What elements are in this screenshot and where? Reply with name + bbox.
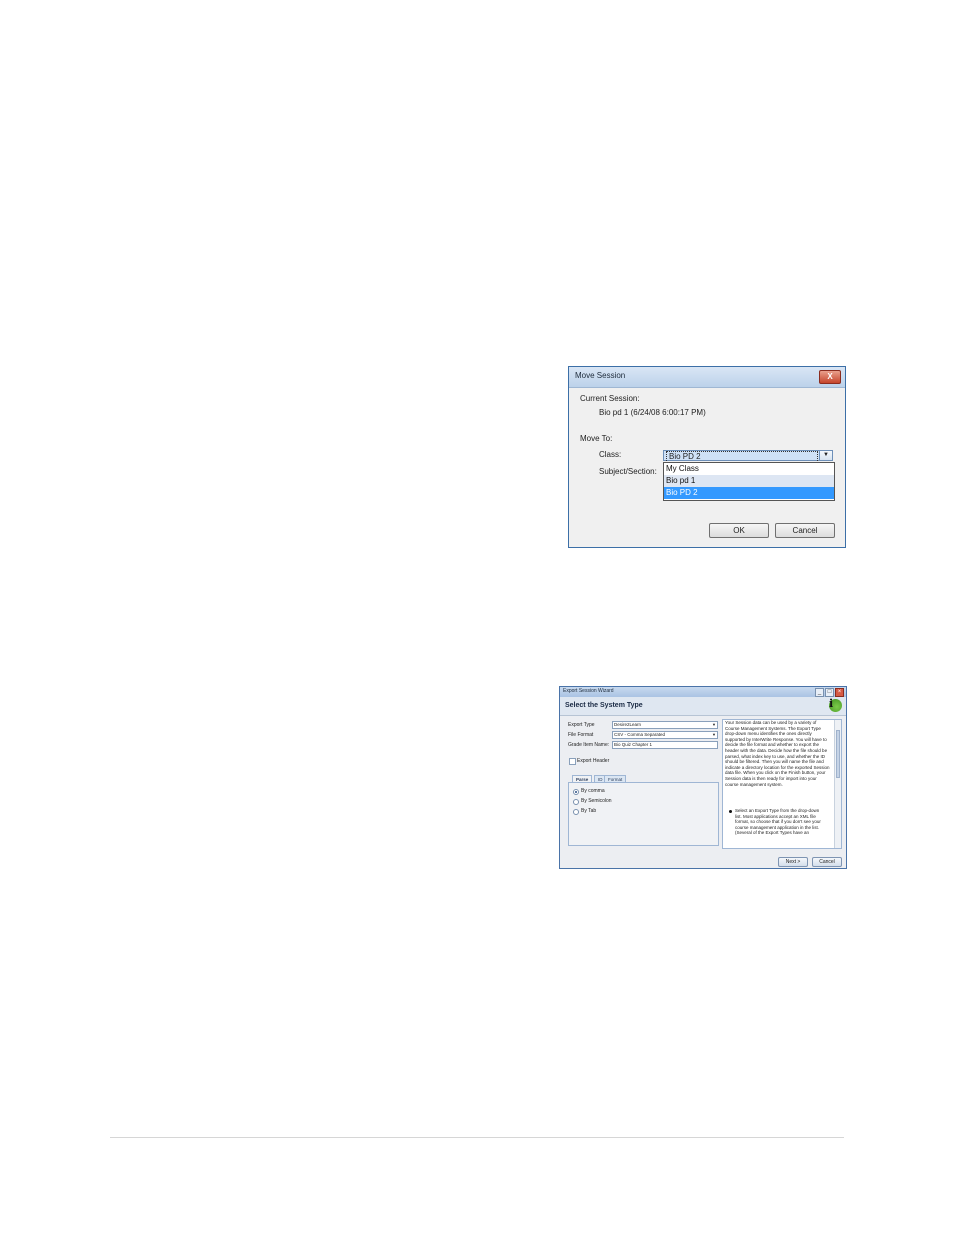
subject-section-label: Subject/Section:	[599, 467, 657, 476]
dialog-body: Current Session: Bio pd 1 (6/24/08 6:00:…	[569, 388, 845, 547]
class-option-bio-pd-2[interactable]: Bio PD 2	[664, 487, 834, 499]
help-text: Your Session data can be used by a varie…	[725, 720, 830, 787]
next-button[interactable]: Next >	[778, 857, 808, 867]
cancel-button[interactable]: Cancel	[812, 857, 842, 867]
ok-button[interactable]: OK	[709, 523, 769, 538]
radio-by-semicolon[interactable]	[573, 799, 579, 805]
grade-item-label: Grade Item Name:	[568, 742, 610, 748]
move-to-label: Move To:	[580, 434, 613, 443]
export-type-label: Export Type	[568, 722, 595, 728]
export-type-value: Desire2Learn	[614, 722, 642, 727]
minimize-icon[interactable]: _	[815, 688, 824, 697]
scrollbar-thumb[interactable]	[836, 730, 840, 778]
radio-by-tab[interactable]	[573, 809, 579, 815]
class-option-my-class[interactable]: My Class	[664, 463, 834, 475]
move-session-dialog: Move Session X Current Session: Bio pd 1…	[568, 366, 846, 548]
footer-divider	[110, 1137, 844, 1138]
dialog-title: Move Session	[575, 371, 626, 380]
close-icon[interactable]: X	[819, 370, 841, 384]
class-select[interactable]: Bio PD 2 ▼	[663, 450, 833, 463]
cancel-button[interactable]: Cancel	[775, 523, 835, 538]
help-pane: Your Session data can be used by a varie…	[722, 719, 842, 849]
wizard-title: Export Session Wizard	[563, 688, 614, 694]
help-scrollbar[interactable]	[834, 720, 841, 848]
radio-by-semicolon-label: By Semicolon	[581, 798, 612, 804]
radio-by-tab-label: By Tab	[581, 808, 597, 814]
file-format-value: CSV - Comma Separated	[614, 732, 666, 737]
bullet-icon	[729, 810, 732, 813]
info-icon: i	[829, 697, 842, 712]
help-bullet-text: Select an Export Type from the drop-down…	[735, 808, 821, 836]
wizard-step-title: Select the System Type	[565, 702, 643, 709]
chevron-down-icon: ▼	[712, 732, 716, 737]
class-option-bio-pd-1[interactable]: Bio pd 1	[664, 475, 834, 487]
close-icon[interactable]: ×	[835, 688, 844, 697]
parse-tab-panel: By comma By Semicolon By Tab	[568, 782, 719, 846]
class-dropdown-list: My Class Bio pd 1 Bio PD 2	[663, 462, 835, 501]
radio-by-comma[interactable]	[573, 789, 579, 795]
window-controls: _ □ ×	[814, 688, 844, 697]
export-header-checkbox[interactable]	[569, 758, 576, 765]
grade-item-input[interactable]: Bio Quiz Chapter 1	[612, 741, 718, 749]
current-session-label: Current Session:	[580, 394, 640, 403]
file-format-label: File Format	[568, 732, 594, 738]
wizard-header: Select the System Type i	[560, 697, 846, 716]
file-format-select[interactable]: CSV - Comma Separated ▼	[612, 731, 718, 739]
current-session-value: Bio pd 1 (6/24/08 6:00:17 PM)	[599, 408, 706, 417]
export-session-wizard: Export Session Wizard _ □ × Select the Sys…	[559, 686, 847, 869]
class-label: Class:	[599, 450, 622, 459]
chevron-down-icon: ▼	[712, 722, 716, 727]
chevron-down-icon[interactable]: ▼	[819, 451, 832, 460]
wizard-titlebar: Export Session Wizard _ □ ×	[560, 687, 846, 697]
export-header-label: Export Header	[577, 758, 610, 764]
export-type-select[interactable]: Desire2Learn ▼	[612, 721, 718, 729]
radio-by-comma-label: By comma	[581, 788, 605, 794]
dialog-titlebar: Move Session X	[569, 367, 845, 388]
maximize-icon[interactable]: □	[825, 688, 834, 697]
